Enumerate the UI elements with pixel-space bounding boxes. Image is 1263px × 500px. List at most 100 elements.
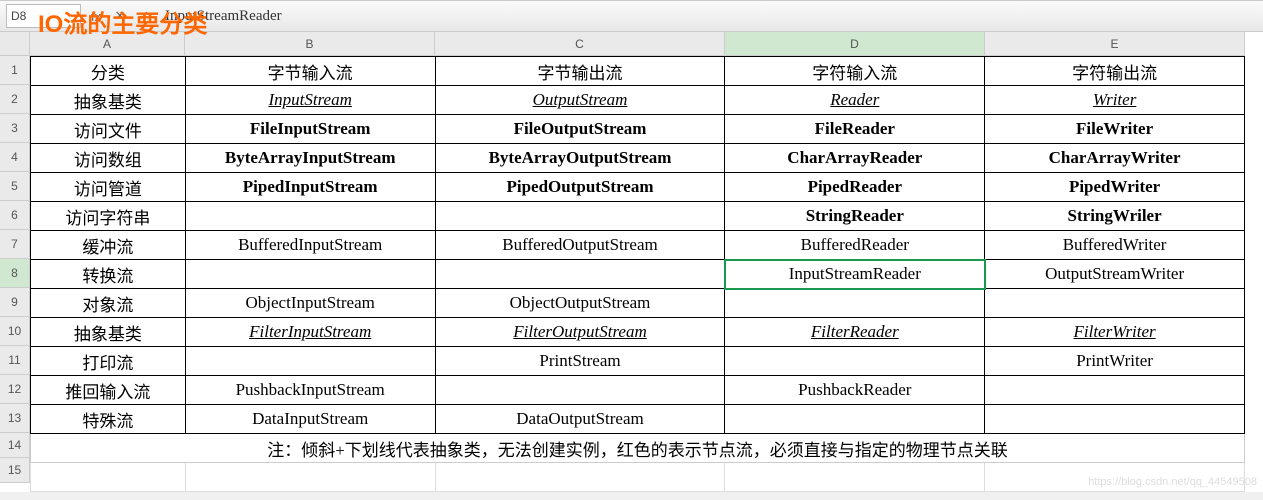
data-cell[interactable]: ObjectOutputStream — [435, 289, 725, 318]
data-cell[interactable]: PipedOutputStream — [435, 173, 725, 202]
row-header[interactable]: 14 — [0, 433, 30, 458]
data-cell[interactable]: FilterWriter — [985, 318, 1245, 347]
column-header[interactable]: D — [725, 32, 985, 56]
fx-icon[interactable]: fx — [87, 7, 105, 25]
data-cell[interactable]: OutputStreamWriter — [985, 260, 1245, 289]
data-cell[interactable] — [435, 202, 725, 231]
formula-bar-icons: fx ✕ ✓ — [87, 7, 153, 25]
row-label-cell[interactable]: 推回输入流 — [31, 376, 186, 405]
data-cell[interactable]: ByteArrayOutputStream — [435, 144, 725, 173]
column-headers: ABCDE — [30, 32, 1263, 56]
row-label-cell[interactable]: 打印流 — [31, 347, 186, 376]
column-header[interactable]: B — [185, 32, 435, 56]
table-header-cell[interactable]: 分类 — [31, 57, 186, 86]
note-cell[interactable]: 注：倾斜+下划线代表抽象类，无法创建实例，红色的表示节点流，必须直接与指定的物理… — [31, 434, 1245, 463]
row-header[interactable]: 2 — [0, 85, 30, 114]
data-cell[interactable]: ByteArrayInputStream — [185, 144, 435, 173]
column-header[interactable]: C — [435, 32, 725, 56]
row-label-cell[interactable]: 转换流 — [31, 260, 186, 289]
row-header[interactable]: 6 — [0, 201, 30, 230]
row-header[interactable]: 9 — [0, 288, 30, 317]
row-header[interactable]: 10 — [0, 317, 30, 346]
row-header[interactable]: 7 — [0, 230, 30, 259]
row-label-cell[interactable]: 对象流 — [31, 289, 186, 318]
row-header[interactable]: 12 — [0, 375, 30, 404]
data-cell[interactable]: InputStreamReader — [725, 260, 985, 289]
data-cell[interactable]: FileOutputStream — [435, 115, 725, 144]
data-cell[interactable] — [725, 289, 985, 318]
data-cell[interactable] — [185, 202, 435, 231]
data-cell[interactable] — [985, 289, 1245, 318]
data-cell[interactable]: BufferedOutputStream — [435, 231, 725, 260]
cancel-icon[interactable]: ✕ — [111, 7, 129, 25]
data-cell[interactable]: CharArrayReader — [725, 144, 985, 173]
row-header[interactable]: 1 — [0, 56, 30, 85]
data-cell[interactable] — [435, 260, 725, 289]
empty-cell[interactable] — [185, 463, 435, 492]
formula-input[interactable]: InputStreamReader — [161, 6, 1257, 27]
data-cell[interactable]: FilterOutputStream — [435, 318, 725, 347]
empty-cell[interactable] — [725, 463, 985, 492]
data-cell[interactable]: DataInputStream — [185, 405, 435, 434]
row-label-cell[interactable]: 抽象基类 — [31, 86, 186, 115]
data-cell[interactable] — [985, 405, 1245, 434]
data-cell[interactable]: BufferedReader — [725, 231, 985, 260]
row-header[interactable]: 13 — [0, 404, 30, 433]
row-label-cell[interactable]: 访问字符串 — [31, 202, 186, 231]
row-label-cell[interactable]: 访问管道 — [31, 173, 186, 202]
sheet-table[interactable]: 分类字节输入流字节输出流字符输入流字符输出流抽象基类InputStreamOut… — [30, 56, 1245, 492]
data-cell[interactable] — [985, 376, 1245, 405]
data-cell[interactable]: BufferedInputStream — [185, 231, 435, 260]
data-cell[interactable]: PrintWriter — [985, 347, 1245, 376]
row-header[interactable]: 3 — [0, 114, 30, 143]
data-cell[interactable]: StringReader — [725, 202, 985, 231]
data-cell[interactable] — [435, 376, 725, 405]
data-cell[interactable] — [725, 347, 985, 376]
data-cell[interactable]: FilterReader — [725, 318, 985, 347]
data-cell[interactable]: FileInputStream — [185, 115, 435, 144]
data-cell[interactable]: PrintStream — [435, 347, 725, 376]
table-header-cell[interactable]: 字节输出流 — [435, 57, 725, 86]
row-header[interactable]: 8 — [0, 259, 30, 288]
data-cell[interactable]: Reader — [725, 86, 985, 115]
row-label-cell[interactable]: 访问数组 — [31, 144, 186, 173]
data-cell[interactable]: PipedInputStream — [185, 173, 435, 202]
row-label-cell[interactable]: 访问文件 — [31, 115, 186, 144]
data-cell[interactable]: BufferedWriter — [985, 231, 1245, 260]
table-header-cell[interactable]: 字节输入流 — [185, 57, 435, 86]
row-header[interactable]: 11 — [0, 346, 30, 375]
row-header[interactable]: 4 — [0, 143, 30, 172]
data-cell[interactable]: CharArrayWriter — [985, 144, 1245, 173]
accept-icon[interactable]: ✓ — [135, 7, 153, 25]
data-cell[interactable] — [185, 260, 435, 289]
data-cell[interactable]: PushbackReader — [725, 376, 985, 405]
column-header[interactable]: A — [30, 32, 185, 56]
data-cell[interactable]: FileReader — [725, 115, 985, 144]
row-header[interactable]: 15 — [0, 458, 30, 483]
data-cell[interactable] — [725, 405, 985, 434]
row-label-cell[interactable]: 特殊流 — [31, 405, 186, 434]
row-header[interactable]: 5 — [0, 172, 30, 201]
data-cell[interactable]: DataOutputStream — [435, 405, 725, 434]
data-cell[interactable]: ObjectInputStream — [185, 289, 435, 318]
data-cell[interactable]: PushbackInputStream — [185, 376, 435, 405]
spreadsheet-grid: 123456789101112131415 ABCDE 分类字节输入流字节输出流… — [0, 32, 1263, 492]
empty-cell[interactable] — [31, 463, 186, 492]
data-cell[interactable]: PipedWriter — [985, 173, 1245, 202]
name-box[interactable]: D8 — [6, 4, 81, 28]
empty-cell[interactable] — [435, 463, 725, 492]
data-cell[interactable]: InputStream — [185, 86, 435, 115]
column-header[interactable]: E — [985, 32, 1245, 56]
data-cell[interactable]: PipedReader — [725, 173, 985, 202]
data-cell[interactable]: StringWriler — [985, 202, 1245, 231]
table-header-cell[interactable]: 字符输出流 — [985, 57, 1245, 86]
data-cell[interactable]: Writer — [985, 86, 1245, 115]
select-all-corner[interactable] — [0, 32, 30, 56]
row-label-cell[interactable]: 缓冲流 — [31, 231, 186, 260]
data-cell[interactable]: FileWriter — [985, 115, 1245, 144]
data-cell[interactable]: FilterInputStream — [185, 318, 435, 347]
row-label-cell[interactable]: 抽象基类 — [31, 318, 186, 347]
data-cell[interactable]: OutputStream — [435, 86, 725, 115]
table-header-cell[interactable]: 字符输入流 — [725, 57, 985, 86]
data-cell[interactable] — [185, 347, 435, 376]
